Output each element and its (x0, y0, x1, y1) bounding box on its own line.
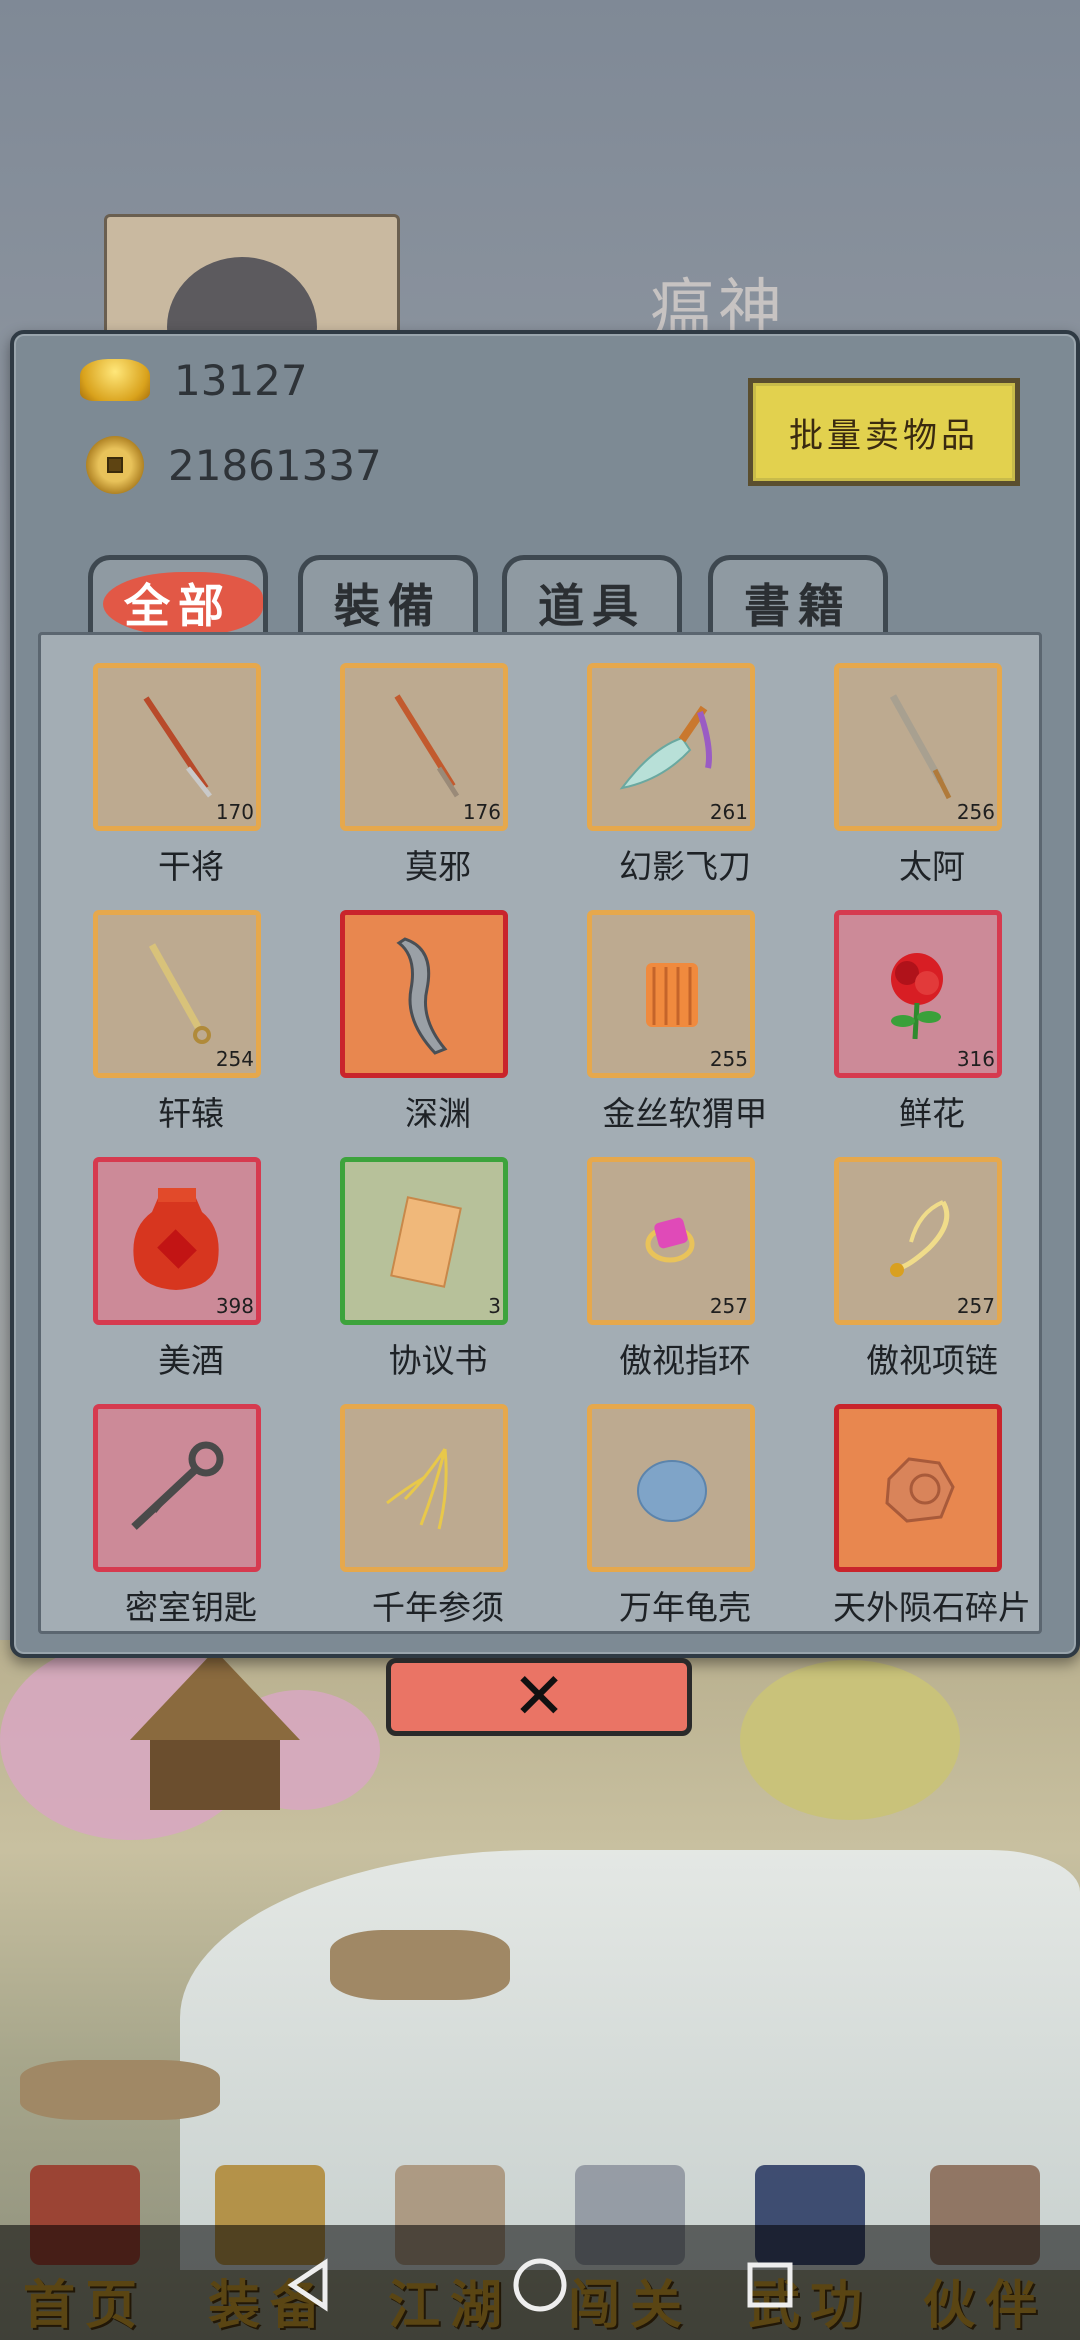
ginseng-icon (386, 1448, 448, 1530)
item-name: 傲视项链 (866, 1341, 998, 1380)
tab-all-label: 全部 (124, 578, 232, 633)
item-count: 254 (215, 1047, 254, 1071)
item-name: 鲜花 (899, 1094, 965, 1133)
item-slot[interactable]: 176 莫邪 (308, 655, 508, 895)
item-slot[interactable]: 254 轩辕 (61, 902, 261, 1142)
blade-icon (396, 937, 448, 1055)
item-count: 3 (488, 1294, 501, 1318)
item-frame: 170 (93, 663, 261, 831)
item-frame: 3 (340, 1157, 508, 1325)
item-count: 256 (956, 800, 995, 824)
rock (330, 1930, 510, 2000)
item-slot[interactable]: 257 傲视项链 (802, 1149, 1002, 1389)
tab-props-label: 道具 (538, 578, 646, 633)
item-frame (834, 1404, 1002, 1572)
item-frame (340, 910, 508, 1078)
home-icon[interactable] (510, 2255, 570, 2315)
item-slot[interactable]: 316 鲜花 (802, 902, 1002, 1142)
tree (740, 1660, 960, 1820)
turtle-shell-icon (637, 1460, 707, 1522)
gold-ingot-amount: 13127 (174, 355, 308, 405)
tab-equipment-label: 裝備 (334, 578, 442, 633)
item-count: 257 (956, 1294, 995, 1318)
item-frame (587, 1404, 755, 1572)
hut-body (150, 1740, 280, 1810)
item-count: 316 (956, 1047, 995, 1071)
item-frame: 257 (834, 1157, 1002, 1325)
item-slot[interactable]: 256 太阿 (802, 655, 1002, 895)
meteorite-icon (885, 1457, 955, 1523)
item-slot[interactable]: 天外陨石碎片 (802, 1396, 1031, 1636)
item-slot[interactable]: 398 美酒 (61, 1149, 261, 1389)
rock (20, 2060, 220, 2120)
item-slot[interactable]: 千年参须 (308, 1396, 508, 1636)
sword-icon (394, 694, 460, 798)
item-frame: 254 (93, 910, 261, 1078)
item-count: 170 (215, 800, 254, 824)
batch-sell-button[interactable]: 批量卖物品 (748, 378, 1020, 486)
system-navigation-bar (0, 2225, 1080, 2340)
hut-roof (130, 1650, 300, 1740)
item-frame: 261 (587, 663, 755, 831)
gold-ingot-icon (80, 359, 150, 401)
item-count: 398 (215, 1294, 254, 1318)
item-slot[interactable]: 深渊 (308, 902, 508, 1142)
item-slot[interactable]: 万年龟壳 (555, 1396, 755, 1636)
tab-books-label: 書籍 (744, 578, 852, 633)
item-slot[interactable]: 密室钥匙 (61, 1396, 261, 1636)
item-name: 太阿 (899, 847, 965, 886)
thatched-hut (130, 1650, 300, 1810)
armor-icon (646, 963, 698, 1027)
item-count: 261 (709, 800, 748, 824)
item-name: 天外陨石碎片 (833, 1588, 1031, 1627)
item-slot[interactable]: 3 协议书 (308, 1149, 508, 1389)
item-count: 255 (709, 1047, 748, 1071)
wine-jar-icon (133, 1188, 219, 1290)
sword-icon (143, 696, 212, 798)
item-frame: 176 (340, 663, 508, 831)
necklace-icon (890, 1200, 950, 1277)
item-frame (93, 1404, 261, 1572)
gold-ingot-row: 13127 (80, 350, 308, 410)
close-button[interactable]: ✕ (386, 1658, 692, 1736)
scroll-icon (390, 1196, 462, 1288)
item-frame: 257 (587, 1157, 755, 1325)
ring-icon (645, 1217, 695, 1263)
back-icon[interactable] (280, 2255, 340, 2315)
item-frame (340, 1404, 508, 1572)
item-frame: 255 (587, 910, 755, 1078)
item-slot[interactable]: 261 幻影飞刀 (555, 655, 755, 895)
item-count: 176 (462, 800, 501, 824)
item-slot[interactable]: 170 干将 (61, 655, 261, 895)
item-frame: 398 (93, 1157, 261, 1325)
item-slot[interactable]: 257 傲视指环 (555, 1149, 755, 1389)
copper-coin-row: 21861337 (80, 435, 382, 495)
flying-knife-icon (619, 705, 712, 790)
item-frame: 316 (834, 910, 1002, 1078)
key-icon (131, 1441, 224, 1530)
item-grid: 170 干将 176 莫邪 261 幻影飞刀 256 太阿 254 轩辕 深渊 … (38, 632, 1042, 1634)
item-count: 257 (709, 1294, 748, 1318)
rose-icon (891, 953, 943, 1040)
copper-coin-amount: 21861337 (168, 440, 382, 490)
sword-icon (148, 943, 211, 1044)
copper-coin-icon (86, 436, 144, 494)
sword-icon (889, 694, 952, 800)
item-frame: 256 (834, 663, 1002, 831)
recents-icon[interactable] (740, 2255, 800, 2315)
item-slot[interactable]: 255 金丝软猬甲 (555, 902, 768, 1142)
